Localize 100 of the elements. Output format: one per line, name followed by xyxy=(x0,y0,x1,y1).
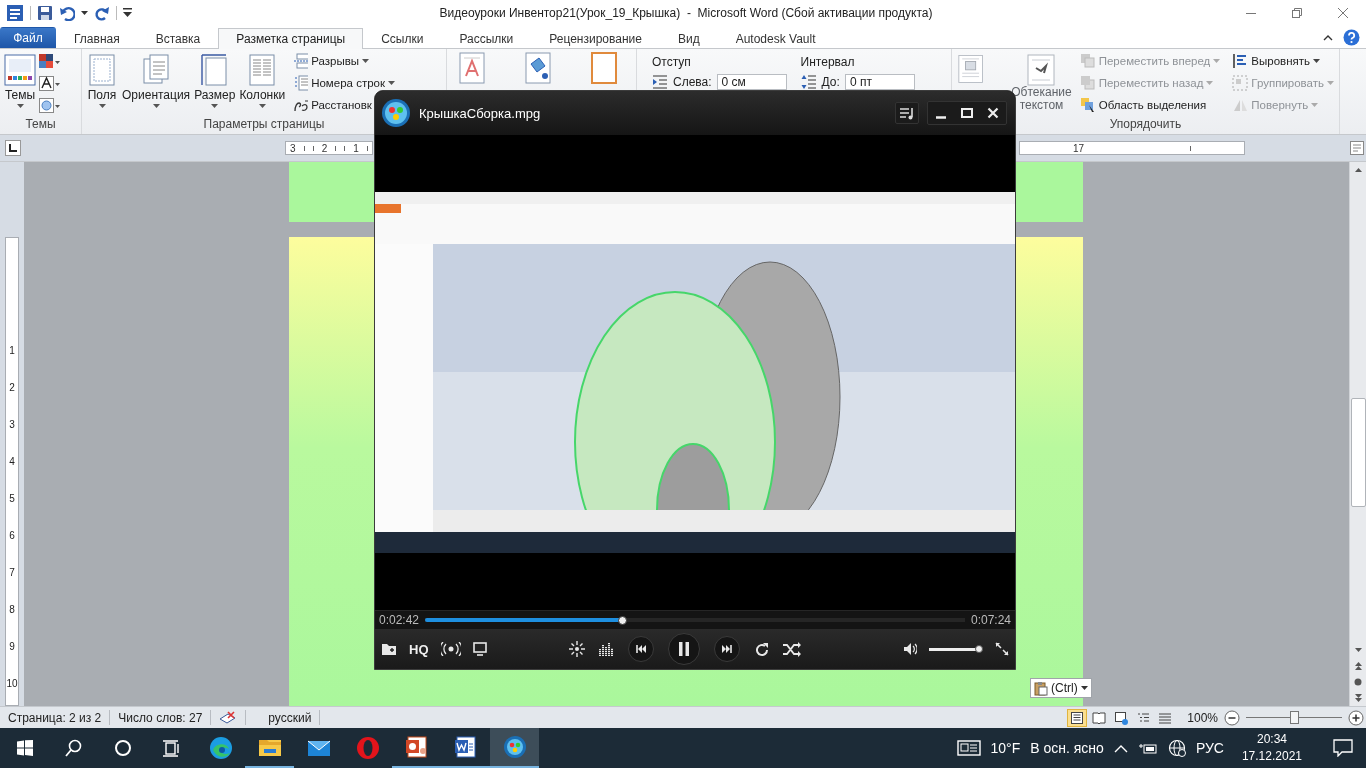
save-icon[interactable] xyxy=(37,5,53,21)
show-hidden-icons[interactable] xyxy=(1113,743,1128,753)
zoom-level[interactable]: 100% xyxy=(1187,710,1218,725)
columns-button[interactable]: Колонки xyxy=(238,52,287,117)
effects-button[interactable] xyxy=(569,641,586,657)
ribbon-tab[interactable]: Ссылки xyxy=(363,28,442,49)
selection-pane-icon xyxy=(1079,96,1096,113)
input-language[interactable]: РУС xyxy=(1195,740,1224,756)
language-status[interactable]: русский xyxy=(246,710,321,725)
ruler-number: 9 xyxy=(9,641,15,652)
screen-button[interactable] xyxy=(472,642,487,656)
clock-date[interactable]: 17.12.2021 xyxy=(1241,748,1302,765)
group-label: Упорядочить xyxy=(1108,117,1183,133)
equalizer-button[interactable] xyxy=(599,641,615,657)
ruler-number: 1 xyxy=(9,345,15,356)
themes-button[interactable]: Темы xyxy=(3,52,37,117)
undo-icon[interactable] xyxy=(59,5,75,21)
line-numbers-button[interactable]: Номера строк xyxy=(292,74,397,91)
draft-view-icon xyxy=(1158,710,1173,725)
weather-text[interactable]: В осн. ясно xyxy=(1030,740,1104,756)
globe-icon[interactable] xyxy=(1167,739,1186,757)
battery-icon[interactable] xyxy=(1137,741,1158,755)
align-icon xyxy=(1232,52,1249,69)
previous-button[interactable] xyxy=(628,636,655,662)
page-color-icon[interactable] xyxy=(525,52,551,84)
media-player-icon xyxy=(502,735,527,759)
ribbon-tab[interactable]: Вставка xyxy=(137,28,219,49)
shuffle-button[interactable] xyxy=(783,641,802,657)
maximize-icon xyxy=(961,107,973,119)
browser-icon xyxy=(208,736,233,760)
spin-field[interactable]: 0 пт xyxy=(844,74,915,90)
next-button[interactable] xyxy=(714,636,741,662)
section-heading: Интервал xyxy=(800,55,856,69)
seek-thumb[interactable] xyxy=(618,615,628,625)
open-folder-button[interactable] xyxy=(381,641,397,657)
notification-icon[interactable] xyxy=(1333,739,1353,757)
restore-icon[interactable] xyxy=(1292,8,1302,18)
ribbon-tab[interactable]: Рассылки xyxy=(441,28,532,49)
margins-button[interactable]: Поля xyxy=(85,52,119,117)
hyphenation-button[interactable]: Расстановк xyxy=(292,96,372,113)
task-view-icon xyxy=(163,739,180,757)
caret-icon xyxy=(1327,80,1334,85)
wrap-text-button[interactable]: Обтекание текстом xyxy=(1011,52,1072,117)
customize-icon[interactable] xyxy=(123,8,132,18)
ribbon-tab[interactable]: Рецензирование xyxy=(531,28,660,49)
wrap-text-icon xyxy=(1027,54,1056,86)
bring-forward-icon xyxy=(1079,52,1096,69)
tab-stop-icon xyxy=(9,144,17,152)
ribbon-tab[interactable]: Вид xyxy=(659,28,718,49)
print-view-button[interactable] xyxy=(1067,708,1088,727)
slider-thumb[interactable] xyxy=(1290,711,1299,724)
caret-icon xyxy=(1311,102,1319,107)
ruler-toggle-icon[interactable] xyxy=(1350,141,1364,155)
window-title: Видеоуроки Инвентор21(Урок_19_Крышка) - Microsoft Word (Сбой активации продукта) xyxy=(438,6,934,20)
scrollbar-thumb[interactable] xyxy=(1350,398,1366,507)
screen-icon xyxy=(472,642,487,656)
ruler-number: 2 xyxy=(321,142,328,154)
pause-button[interactable] xyxy=(668,633,701,665)
ribbon-tab[interactable]: Разметка страницы xyxy=(218,28,364,49)
tab-selector[interactable] xyxy=(5,140,21,156)
redo-icon[interactable] xyxy=(94,5,110,21)
broadcast-icon xyxy=(440,642,461,656)
fullscreen-button[interactable] xyxy=(995,642,1009,656)
playlist-button[interactable] xyxy=(895,102,919,124)
pause-icon xyxy=(678,642,691,656)
close-icon[interactable] xyxy=(1338,8,1348,18)
broadcast-button[interactable] xyxy=(440,642,461,656)
ruler-number: 8 xyxy=(9,604,15,615)
ribbon-tab[interactable]: Autodesk Vault xyxy=(717,28,834,49)
arrow-down-icon xyxy=(1354,648,1362,652)
orientation-button[interactable]: Ориентация xyxy=(121,52,192,117)
repeat-button[interactable] xyxy=(754,641,770,657)
proofing-icon[interactable] xyxy=(219,710,238,725)
fonts-icon[interactable] xyxy=(39,76,61,94)
equalizer-icon xyxy=(599,641,615,657)
breaks-button[interactable]: Разрывы xyxy=(292,52,372,69)
collapse-ribbon-icon[interactable] xyxy=(1323,34,1333,41)
selection-pane-button[interactable]: Область выделения xyxy=(1077,96,1209,113)
page-count[interactable]: Страница: 2 из 2 xyxy=(0,710,111,725)
watermark-icon[interactable] xyxy=(459,52,485,84)
temperature[interactable]: 10°F xyxy=(990,740,1021,756)
open-folder-icon xyxy=(381,641,397,657)
file-tab[interactable]: Файл xyxy=(0,27,56,48)
news-icon[interactable] xyxy=(956,739,981,757)
ribbon-tab[interactable]: Главная xyxy=(56,28,138,49)
size-button[interactable]: Размер xyxy=(193,52,237,117)
paste-options-button[interactable]: (Ctrl) xyxy=(1030,678,1092,698)
zoom-in-icon[interactable] xyxy=(1348,709,1364,726)
word-count[interactable]: Число слов: 27 xyxy=(110,710,212,725)
spin-field[interactable]: 0 см xyxy=(716,74,787,90)
page-borders-icon[interactable] xyxy=(591,52,617,84)
ruler-number: 3 xyxy=(290,142,296,154)
zoom-out-icon[interactable] xyxy=(1224,709,1240,726)
clock-time[interactable]: 20:34 xyxy=(1256,731,1287,748)
quality-button[interactable]: HQ xyxy=(409,641,429,657)
volume-button[interactable] xyxy=(904,642,917,656)
align-button[interactable]: Выровнять xyxy=(1230,52,1323,69)
help-icon[interactable] xyxy=(1343,29,1360,46)
next-icon xyxy=(722,645,733,653)
volume-thumb[interactable] xyxy=(975,645,984,653)
